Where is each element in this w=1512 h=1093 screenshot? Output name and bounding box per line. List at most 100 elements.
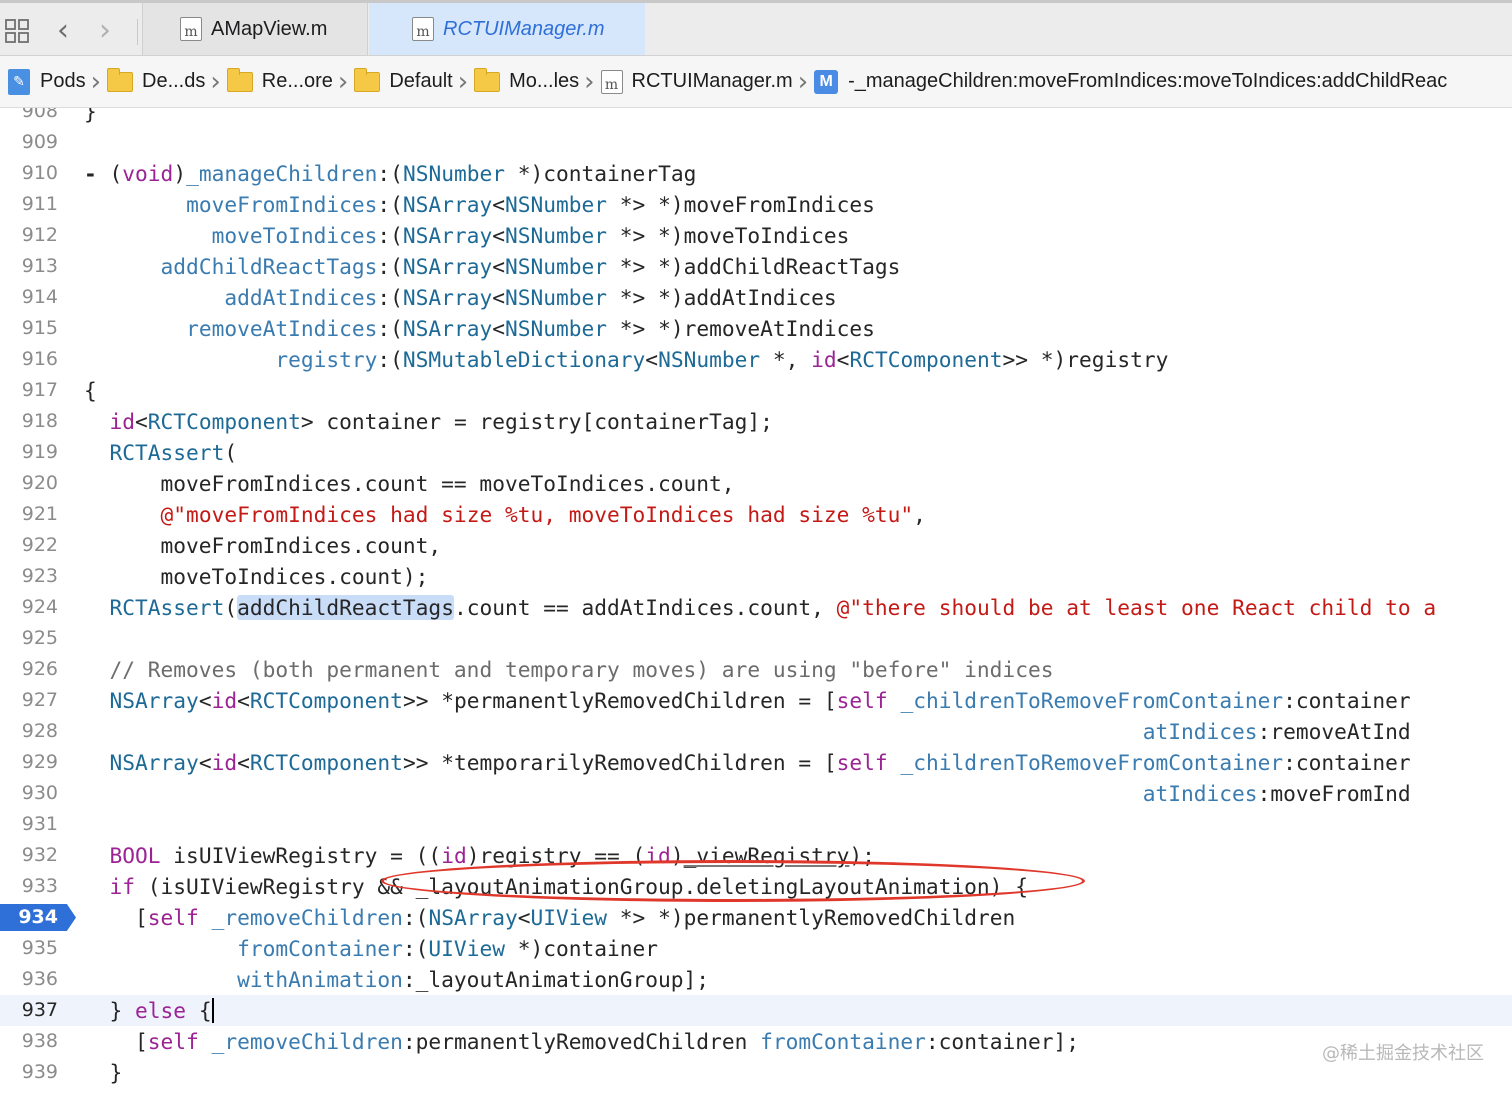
breadcrumb-item-default[interactable]: Default bbox=[354, 62, 453, 102]
line-number: 923 bbox=[21, 565, 58, 587]
code-line[interactable]: 937 } else { bbox=[0, 995, 1512, 1026]
breadcrumb-label: Re...ore bbox=[261, 70, 333, 92]
breadcrumb-label: Mo...les bbox=[509, 70, 580, 92]
code-line[interactable]: 914 addAtIndices:(NSArray<NSNumber *> *)… bbox=[0, 282, 1512, 313]
line-number: 908 bbox=[21, 108, 58, 122]
code-line[interactable]: 935 fromContainer:(UIView *)container bbox=[0, 933, 1512, 964]
code-line[interactable]: 932 BOOL isUIViewRegistry = ((id)registr… bbox=[0, 840, 1512, 871]
code-text: withAnimation:_layoutAnimationGroup]; bbox=[237, 967, 710, 992]
code-line[interactable]: 920 moveFromIndices.count == moveToIndic… bbox=[0, 468, 1512, 499]
chevron-right-icon: › bbox=[797, 66, 809, 97]
code-line[interactable]: 924 RCTAssert(addChildReactTags.count ==… bbox=[0, 592, 1512, 623]
code-line[interactable]: 923 moveToIndices.count); bbox=[0, 561, 1512, 592]
line-number: 928 bbox=[21, 720, 58, 742]
breadcrumb-item-method[interactable]: M -_manageChildren:moveFromIndices:moveT… bbox=[814, 62, 1447, 102]
code-text: registry:(NSMutableDictionary<NSNumber *… bbox=[275, 347, 1169, 372]
code-line[interactable]: 930 atIndices:moveFromInd bbox=[0, 778, 1512, 809]
line-number: 912 bbox=[21, 224, 58, 246]
line-number: 927 bbox=[21, 689, 58, 711]
watermark: @稀土掘金技术社区 bbox=[1322, 1043, 1484, 1064]
code-text: BOOL isUIViewRegistry = ((id)registry ==… bbox=[109, 843, 875, 868]
code-line[interactable]: 927 NSArray<id<RCTComponent>> *permanent… bbox=[0, 685, 1512, 716]
line-number: 924 bbox=[21, 596, 58, 618]
code-line[interactable]: 915 removeAtIndices:(NSArray<NSNumber *>… bbox=[0, 313, 1512, 344]
code-line[interactable]: 921 @"moveFromIndices had size %tu, move… bbox=[0, 499, 1512, 530]
code-text: RCTAssert( bbox=[109, 440, 238, 465]
code-line[interactable]: 940 bbox=[0, 1088, 1512, 1093]
code-text: if (isUIViewRegistry && _layoutAnimation… bbox=[109, 874, 1028, 899]
folder-icon bbox=[107, 67, 133, 92]
tab-rctuimanager[interactable]: m RCTUIManager.m bbox=[369, 3, 645, 55]
breadcrumb-item-modules[interactable]: Mo...les bbox=[474, 62, 579, 102]
line-number: 919 bbox=[21, 441, 58, 463]
breadcrumb-item-devpods[interactable]: De...ds bbox=[107, 62, 205, 102]
line-number: 940 bbox=[0, 1088, 60, 1093]
chevron-right-icon: › bbox=[210, 66, 221, 97]
code-line[interactable]: 919 RCTAssert( bbox=[0, 437, 1512, 468]
code-line[interactable]: 911 moveFromIndices:(NSArray<NSNumber *>… bbox=[0, 189, 1512, 220]
code-line[interactable]: 936 withAnimation:_layoutAnimationGroup]… bbox=[0, 964, 1512, 995]
code-line[interactable]: 928 atIndices:removeAtInd bbox=[0, 716, 1512, 747]
related-items-grid-icon[interactable] bbox=[4, 17, 30, 45]
code-text: } bbox=[84, 108, 97, 124]
line-number: 936 bbox=[21, 968, 58, 990]
code-line[interactable]: 922 moveFromIndices.count, bbox=[0, 530, 1512, 561]
line-number: 921 bbox=[21, 503, 58, 525]
code-line[interactable]: 939 } bbox=[0, 1057, 1512, 1088]
code-text: fromContainer:(UIView *)container bbox=[237, 936, 659, 961]
code-line[interactable]: 917 { bbox=[0, 375, 1512, 406]
code-line[interactable]: 929 NSArray<id<RCTComponent>> *temporari… bbox=[0, 747, 1512, 778]
tab-amapview[interactable]: m AMapView.m bbox=[142, 3, 368, 55]
code-text: } bbox=[84, 1060, 123, 1085]
line-number: 915 bbox=[21, 317, 58, 339]
line-number: 934 bbox=[18, 906, 58, 928]
source-editor[interactable]: 908} 909 910 - (void)_manageChildren:(NSNum… bbox=[0, 108, 1512, 1093]
line-number: 926 bbox=[21, 658, 58, 680]
code-line[interactable]: 910 - (void)_manageChildren:(NSNumber *)c… bbox=[0, 158, 1512, 189]
chevron-right-icon: › bbox=[584, 66, 595, 97]
breadcrumb-item-file[interactable]: m RCTUIManager.m bbox=[600, 62, 793, 102]
code-line[interactable]: 912 moveToIndices:(NSArray<NSNumber *> *… bbox=[0, 220, 1512, 251]
toolbar-divider bbox=[137, 19, 138, 45]
breadcrumb-item-react-core[interactable]: Re...ore bbox=[226, 62, 333, 102]
breadcrumb-label: Pods bbox=[40, 70, 86, 92]
chevron-right-icon: › bbox=[90, 66, 101, 97]
code-line[interactable]: 938 [self _removeChildren:permanentlyRem… bbox=[0, 1026, 1512, 1057]
code-text: moveToIndices.count); bbox=[84, 564, 429, 589]
code-line[interactable]: 926 // Removes (both permanent and tempo… bbox=[0, 654, 1512, 685]
code-line[interactable]: 918 id<RCTComponent> container = registr… bbox=[0, 406, 1512, 437]
code-line[interactable]: 931 bbox=[0, 809, 1512, 840]
m-file-icon: m bbox=[412, 17, 434, 41]
code-text: } else { bbox=[84, 998, 214, 1023]
breadcrumb-item-pods[interactable]: ✎ Pods bbox=[8, 62, 86, 102]
line-number: 929 bbox=[21, 751, 58, 773]
back-arrow-icon[interactable]: ‹ bbox=[50, 16, 76, 46]
code-text: moveFromIndices:(NSArray<NSNumber *> *)m… bbox=[186, 192, 875, 217]
tab-label: AMapView.m bbox=[211, 17, 328, 40]
code-text: NSArray<id<RCTComponent>> *permanentlyRe… bbox=[109, 688, 1411, 713]
code-line[interactable]: 925 bbox=[0, 623, 1512, 654]
code-text: atIndices:moveFromInd bbox=[1142, 781, 1411, 806]
code-line[interactable]: 908} bbox=[0, 108, 1512, 127]
code-text: @"moveFromIndices had size %tu, moveToIn… bbox=[160, 502, 926, 527]
code-text: moveToIndices:(NSArray<NSNumber *> *)mov… bbox=[211, 223, 850, 248]
code-text: addChildReactTags:(NSArray<NSNumber *> *… bbox=[160, 254, 901, 279]
code-line[interactable]: 933 if (isUIViewRegistry && _layoutAnima… bbox=[0, 871, 1512, 902]
code-line[interactable]: 916 registry:(NSMutableDictionary<NSNumb… bbox=[0, 344, 1512, 375]
folder-icon bbox=[474, 67, 501, 92]
code-text: RCTAssert(addChildReactTags.count == add… bbox=[109, 595, 1437, 620]
line-number: 913 bbox=[21, 255, 58, 277]
line-number: 933 bbox=[21, 875, 58, 897]
code-line[interactable]: 934 [self _removeChildren:(NSArray<UIVie… bbox=[0, 902, 1512, 933]
breadcrumb-label: -_manageChildren:moveFromIndices:moveToI… bbox=[848, 70, 1448, 92]
line-number: 931 bbox=[21, 813, 58, 835]
forward-arrow-icon[interactable]: › bbox=[92, 16, 118, 46]
code-line[interactable]: 913 addChildReactTags:(NSArray<NSNumber … bbox=[0, 251, 1512, 282]
code-text: - (void)_manageChildren:(NSNumber *)cont… bbox=[84, 161, 697, 186]
line-number: 917 bbox=[21, 379, 58, 401]
code-text: [self _removeChildren:permanentlyRemoved… bbox=[84, 1029, 1079, 1054]
line-number: 939 bbox=[21, 1061, 58, 1083]
code-line[interactable]: 909 bbox=[0, 127, 1512, 158]
line-number: 910 bbox=[21, 162, 58, 184]
breadcrumb-label: Default bbox=[389, 70, 453, 92]
